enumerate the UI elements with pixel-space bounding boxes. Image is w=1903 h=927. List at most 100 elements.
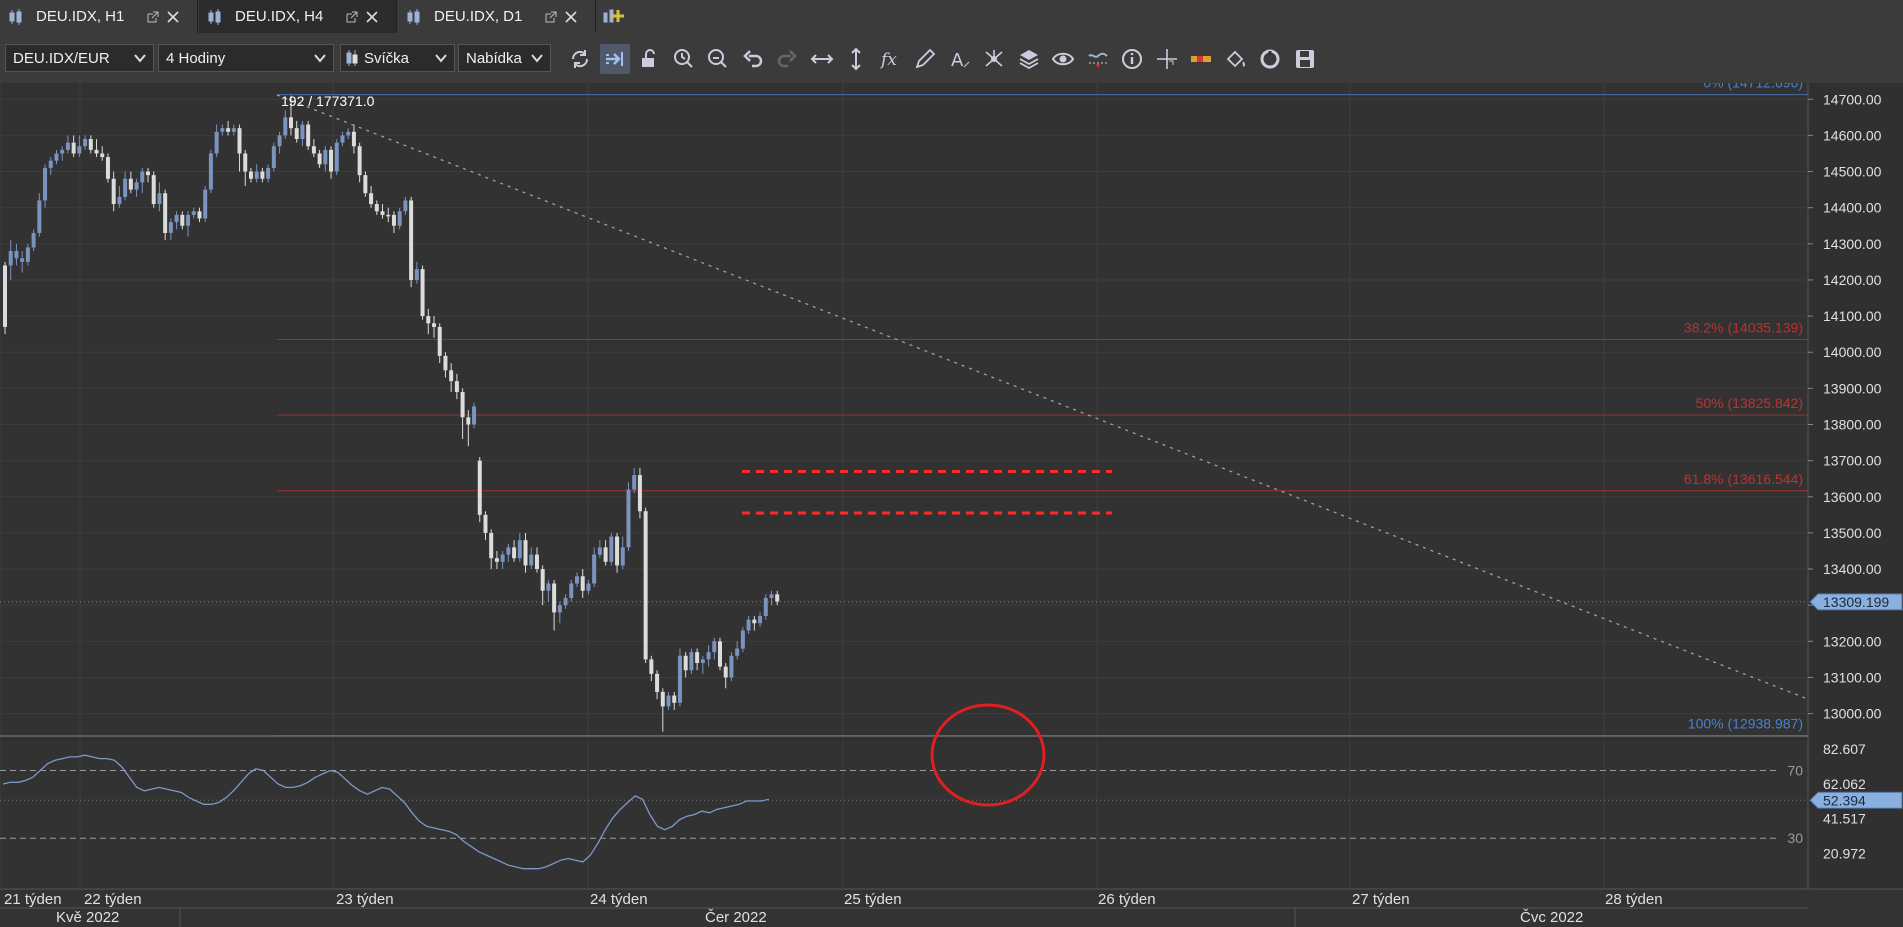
candle-body [660,691,665,707]
side-select[interactable]: Nabídka [458,44,551,72]
cycle-button[interactable] [1255,44,1285,74]
period-select[interactable]: 4 Hodiny [158,44,334,72]
add-chart-button[interactable] [602,6,626,33]
redo-button[interactable] [772,44,802,74]
popout-icon[interactable] [542,8,560,26]
candle-body [426,316,431,324]
y-tick-label: 13600.00 [1823,489,1882,505]
candle[interactable] [472,402,477,429]
candle[interactable] [306,120,311,150]
y-tick-label: 13800.00 [1823,416,1882,432]
candle-body [146,171,150,176]
candle-body [88,139,93,150]
candle-body [432,323,436,327]
zoom-time-icon [673,49,693,68]
close-icon[interactable] [562,8,580,26]
info-button[interactable] [1117,44,1147,74]
candle-body [603,547,608,562]
candle-body [735,648,740,656]
fibonacci-level-label: 61.8% (13616.544) [1684,471,1803,487]
candle[interactable] [689,648,694,674]
lock-button[interactable] [634,44,664,74]
candle[interactable] [151,171,156,208]
candle-body [180,214,185,226]
candle[interactable] [271,142,276,172]
candle[interactable] [420,265,425,320]
candle[interactable] [105,153,110,183]
candle[interactable] [409,196,414,288]
horizontal-arrows-button[interactable] [807,44,837,74]
zoom-search-icon [708,49,727,68]
candle-body [48,160,53,168]
candle[interactable] [609,532,614,566]
candle[interactable] [637,467,642,519]
candle[interactable] [763,594,768,620]
paint-bucket-button[interactable] [1221,44,1251,74]
auto-shift-button[interactable] [599,44,630,74]
candle-body [186,214,191,226]
candle[interactable] [729,652,734,682]
candle-body [546,583,551,591]
fx-button[interactable]: fx [876,44,906,74]
candle[interactable] [740,626,745,653]
y-tick-label: 14300.00 [1823,236,1882,252]
tab-deu-idx-d1[interactable]: DEU.IDX, D1 [398,0,596,33]
candle[interactable] [718,637,722,671]
indicator-tick-label: 62.062 [1823,776,1866,792]
candle-body [506,547,511,555]
svg-text:A: A [951,50,964,71]
candle-body [512,547,517,559]
pencil-button[interactable] [910,44,940,74]
popout-icon[interactable] [343,8,361,26]
month-label: Čer 2022 [705,909,767,926]
network-button[interactable] [979,44,1009,74]
layers-button[interactable] [1014,44,1044,74]
candle-body [552,583,557,613]
candle-body [758,616,763,624]
candle[interactable] [3,261,7,335]
candle[interactable] [334,139,339,176]
zoom-search-button[interactable] [703,44,733,74]
candle[interactable] [363,171,368,197]
candle-body [563,597,568,606]
candle-body [712,641,717,653]
candle-body [649,659,654,674]
y-tick-label: 14100.00 [1823,308,1882,324]
candle-body [637,475,642,512]
tab-deu-idx-h4[interactable]: DEU.IDX, H4 [199,0,397,33]
ruler-button[interactable] [1186,44,1216,74]
crosshair-button[interactable] [1152,44,1182,74]
chart-area[interactable]: 14700.00 14600.00 14500.00 14400.00 14300.00… [0,83,1903,927]
candle[interactable] [677,648,682,707]
candle[interactable] [163,189,168,241]
undo-button[interactable] [738,44,768,74]
horizontal-arrows-icon [810,54,833,64]
save-button[interactable] [1290,44,1320,74]
candle[interactable] [643,507,648,664]
candle-body [443,355,448,371]
candle-body [266,167,271,179]
candle[interactable] [203,185,208,223]
instrument-select[interactable]: DEU.IDX/EUR [5,44,154,72]
eye-button[interactable] [1048,44,1078,74]
candle-body [540,569,545,591]
zoom-time-button[interactable] [669,44,699,74]
candle-body [306,124,311,147]
close-icon[interactable] [363,8,381,26]
vertical-arrows-button[interactable] [841,44,871,74]
tab-deu-idx-h1[interactable]: DEU.IDX, H1 [0,0,198,33]
candlestick-icon [208,8,221,25]
candle-body [111,178,116,205]
popout-icon[interactable] [144,8,162,26]
candle[interactable] [626,482,631,551]
refresh-button[interactable] [565,44,595,74]
signal-button[interactable] [1083,44,1113,74]
text-button[interactable]: A [945,44,975,74]
candle[interactable] [477,457,482,523]
y-tick-label: 13200.00 [1823,633,1882,649]
candle-body [643,511,648,660]
candle[interactable] [208,149,213,194]
chart-type-select[interactable]: Svíčka [340,44,455,72]
candle-body [477,460,482,515]
close-icon[interactable] [164,8,182,26]
